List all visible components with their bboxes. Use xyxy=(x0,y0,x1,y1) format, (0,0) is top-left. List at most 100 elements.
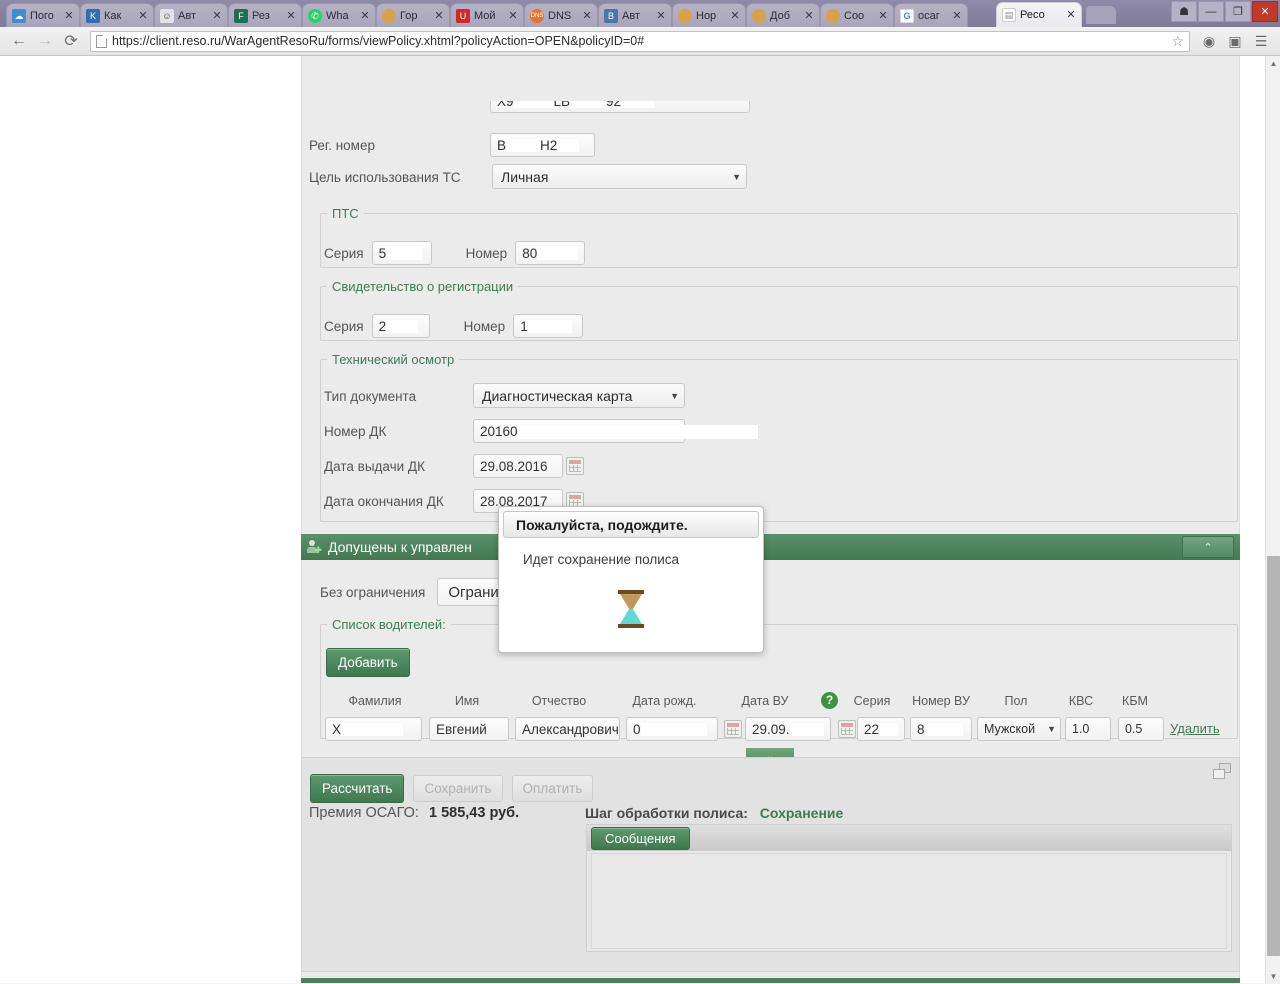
hourglass-svg xyxy=(618,590,644,628)
tab-close-icon[interactable]: ✕ xyxy=(285,10,297,22)
tab-close-icon[interactable]: ✕ xyxy=(803,10,815,22)
tab-close-icon[interactable]: ✕ xyxy=(211,10,223,22)
browser-tab-11[interactable]: Соо ✕ xyxy=(820,3,894,27)
unlimited-option-label[interactable]: Без ограничения xyxy=(320,585,425,600)
sts-series-value: 2 xyxy=(378,318,387,334)
license-number-input[interactable]: 8 xyxy=(910,717,972,741)
browser-tab-8[interactable]: B Авт ✕ xyxy=(598,3,672,27)
browser-tab-active[interactable]: ▤ Ресо ✕ xyxy=(996,2,1082,27)
tab-close-icon[interactable]: ✕ xyxy=(877,10,889,22)
pts-number-label: Номер xyxy=(465,245,508,261)
browser-tab-12[interactable]: G осаг ✕ xyxy=(894,3,968,27)
browser-toolbar: ← → ⟳ https://client.reso.ru/WarAgentRes… xyxy=(0,27,1280,56)
help-icon[interactable]: ? xyxy=(821,692,838,709)
eye-icon[interactable]: ◉ xyxy=(1196,29,1222,53)
drivers-section-header[interactable]: ✚ Допущены к управлен ⌃ xyxy=(301,534,1240,560)
browser-tab-0[interactable]: ☁ Пого ✕ xyxy=(6,3,80,27)
browser-tab-3[interactable]: F Рез ✕ xyxy=(228,3,302,27)
license-number-value: 8 xyxy=(917,721,925,737)
forward-icon[interactable]: → xyxy=(32,29,58,53)
windows-restore-icon[interactable] xyxy=(1213,763,1231,779)
chevron-up-icon[interactable]: ⌃ xyxy=(1182,536,1234,558)
browser-tab-1[interactable]: K Как ✕ xyxy=(80,3,154,27)
sts-number-input[interactable]: 1 xyxy=(513,314,584,338)
tab-close-icon[interactable]: ✕ xyxy=(433,10,445,22)
doc-type-select[interactable]: Диагностическая карта ▼ xyxy=(473,383,685,408)
menu-icon[interactable]: ☰ xyxy=(1248,29,1274,53)
inspection-legend: Технический осмотр xyxy=(332,352,455,367)
tab-label: Соо xyxy=(844,9,865,22)
drivers-table-header: Фамилия Имя Отчество Дата рожд. Дата ВУ … xyxy=(325,692,1225,710)
add-driver-button[interactable]: Добавить xyxy=(326,648,410,677)
reload-icon[interactable]: ⟳ xyxy=(58,29,84,53)
tab-close-icon[interactable]: ✕ xyxy=(729,10,741,22)
delete-driver-link[interactable]: Удалить xyxy=(1170,721,1220,736)
reg-number-input[interactable]: В Н2 xyxy=(490,133,595,157)
scroll-down-icon[interactable]: ▼ xyxy=(1266,969,1280,984)
new-tab-button[interactable] xyxy=(1086,6,1116,24)
close-window-button[interactable]: ✕ xyxy=(1252,1,1278,22)
user-profile-button[interactable]: ☗ xyxy=(1171,1,1197,22)
browser-tab-4[interactable]: ✆ Wha ✕ xyxy=(302,3,376,27)
calendar-icon[interactable] xyxy=(566,457,584,475)
tab-close-icon[interactable]: ✕ xyxy=(581,10,593,22)
browser-tab-10[interactable]: Доб ✕ xyxy=(746,3,820,27)
browser-tab-2[interactable]: ☺ Авт ✕ xyxy=(154,3,228,27)
google-icon: G xyxy=(900,8,914,23)
maximize-button[interactable]: ❐ xyxy=(1225,1,1251,22)
col-license-date: Дата ВУ xyxy=(741,694,789,708)
license-series-input[interactable]: 22 xyxy=(857,717,905,741)
reader-icon[interactable]: ▣ xyxy=(1222,29,1248,53)
drivers-list-legend: Список водителей: xyxy=(332,617,446,632)
surname-input[interactable]: Х xyxy=(325,717,422,741)
sts-series-input[interactable]: 2 xyxy=(371,314,430,338)
issue-date-input[interactable]: 29.08.2016 xyxy=(473,454,563,478)
back-icon[interactable]: ← xyxy=(6,29,32,53)
browser-tab-5[interactable]: Гор ✕ xyxy=(376,3,450,27)
patronymic-input[interactable]: Александрович xyxy=(515,717,620,741)
address-bar[interactable]: https://client.reso.ru/WarAgentResoRu/fo… xyxy=(90,30,1190,52)
name-input[interactable]: Евгений xyxy=(429,717,509,741)
calendar-icon[interactable] xyxy=(724,720,742,738)
col-kbm: КБМ xyxy=(1122,694,1148,708)
tab-label: DNS xyxy=(548,9,572,22)
scrollbar-thumb[interactable] xyxy=(1267,556,1280,956)
tab-close-icon[interactable]: ✕ xyxy=(1065,9,1077,21)
weather-icon: ☁ xyxy=(12,8,26,23)
browser-tab-9[interactable]: Нор ✕ xyxy=(672,3,746,27)
tab-close-icon[interactable]: ✕ xyxy=(951,10,963,22)
vin-value-c: 92 xyxy=(606,101,622,109)
browser-chrome: ☁ Пого ✕ K Как ✕ ☺ Авт ✕ F Рез ✕ ✆ Wha ✕… xyxy=(0,0,1280,56)
chevron-down-icon: ▼ xyxy=(1047,724,1056,734)
browser-tab-7[interactable]: DNS DNS ✕ xyxy=(524,3,598,27)
pts-series-input[interactable]: 5 xyxy=(371,241,432,265)
browser-tab-6[interactable]: U Мой ✕ xyxy=(450,3,524,27)
vin-input[interactable]: X9 LB 92 xyxy=(490,101,750,113)
tab-close-icon[interactable]: ✕ xyxy=(63,10,75,22)
tab-close-icon[interactable]: ✕ xyxy=(655,10,667,22)
page-scrollbar[interactable]: ▲ ▼ xyxy=(1265,56,1280,984)
calculate-button[interactable]: Рассчитать xyxy=(310,774,405,803)
birthdate-input[interactable]: 0 xyxy=(626,717,718,741)
bookmark-star-icon[interactable]: ☆ xyxy=(1171,33,1184,50)
gender-value: Мужской xyxy=(984,722,1036,736)
col-kvs: КВС xyxy=(1068,694,1094,708)
kbm-input[interactable]: 0.5 xyxy=(1118,717,1164,741)
pts-number-input[interactable]: 80 xyxy=(515,241,586,265)
purpose-select[interactable]: Личная ▼ xyxy=(492,164,747,189)
scroll-up-icon[interactable]: ▲ xyxy=(1266,56,1280,71)
chevron-down-icon: ▼ xyxy=(732,171,741,182)
gender-select[interactable]: Мужской ▼ xyxy=(977,717,1061,741)
birthdate-value: 0 xyxy=(633,721,641,737)
vk-icon: B xyxy=(604,8,618,23)
kvs-input[interactable]: 1.0 xyxy=(1065,717,1111,741)
tab-messages[interactable]: Сообщения xyxy=(591,827,690,850)
calendar-icon[interactable] xyxy=(838,720,856,738)
minimize-button[interactable]: — xyxy=(1198,1,1224,22)
tab-close-icon[interactable]: ✕ xyxy=(137,10,149,22)
figma-icon: F xyxy=(234,8,248,23)
tab-close-icon[interactable]: ✕ xyxy=(359,10,371,22)
tab-close-icon[interactable]: ✕ xyxy=(507,10,519,22)
col-birthdate: Дата рожд. xyxy=(632,694,697,708)
license-date-input[interactable]: 29.09. xyxy=(745,717,831,741)
